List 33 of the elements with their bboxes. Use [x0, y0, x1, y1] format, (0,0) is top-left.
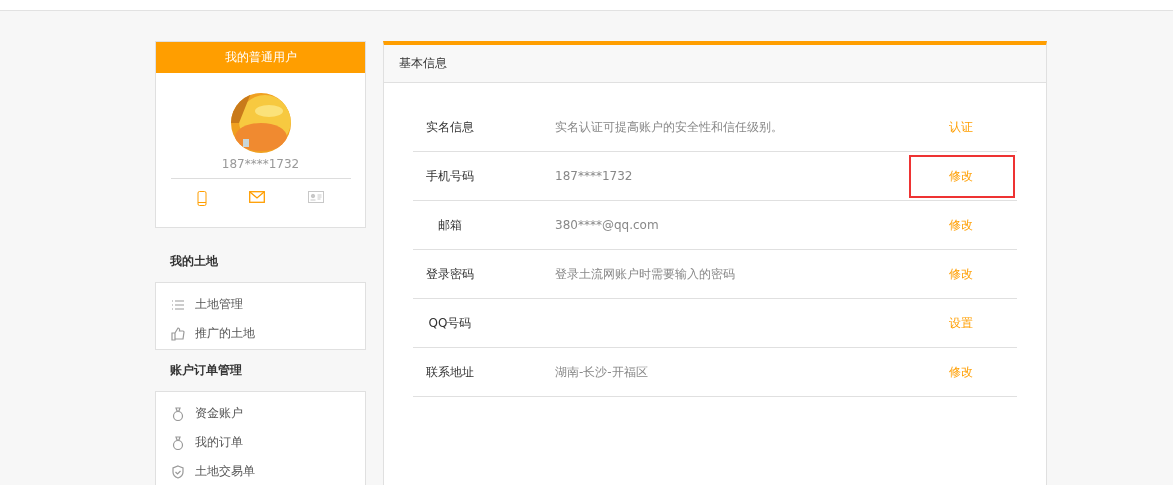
menu-item[interactable]: 土地交易单	[171, 457, 365, 485]
action-link[interactable]: 设置	[909, 301, 1015, 345]
field-value: 湖南-长沙-开福区	[554, 363, 649, 381]
list-icon	[171, 297, 185, 312]
shield-icon	[171, 464, 185, 479]
money-bag-icon	[171, 435, 185, 450]
thumbs-up-icon	[171, 326, 185, 341]
menu-item[interactable]: 资金账户	[171, 399, 365, 428]
action-link[interactable]: 修改	[909, 154, 1015, 198]
field-value: 实名认证可提高账户的安全性和信任级别。	[554, 118, 784, 136]
menu-item[interactable]: 推广的土地	[171, 319, 365, 348]
action-link[interactable]: 修改	[909, 252, 1015, 296]
field-label: 登录密码	[426, 265, 474, 283]
action-link[interactable]: 认证	[909, 105, 1015, 149]
mail-icon[interactable]	[249, 191, 266, 203]
menu-item[interactable]: 我的订单	[171, 428, 365, 457]
field-label: QQ号码	[428, 314, 472, 332]
field-label: 联系地址	[426, 363, 474, 381]
field-value: 187****1732	[554, 169, 634, 183]
card-title: 我的普通用户	[156, 42, 365, 73]
field-value: 380****@qq.com	[554, 218, 660, 232]
phone-icon[interactable]	[196, 191, 207, 206]
field-label: 手机号码	[426, 167, 474, 185]
field-label: 实名信息	[426, 118, 474, 136]
money-bag-icon	[171, 406, 185, 421]
phone-number: 187****1732	[221, 157, 300, 171]
panel-title: 基本信息	[384, 45, 1046, 83]
id-card-icon[interactable]	[308, 191, 325, 203]
field-value: 登录土流网账户时需要输入的密码	[554, 265, 736, 283]
menu-item[interactable]: 土地管理	[171, 290, 365, 319]
field-label: 邮箱	[438, 216, 462, 234]
action-link[interactable]: 修改	[909, 350, 1015, 394]
action-link[interactable]: 修改	[909, 203, 1015, 247]
